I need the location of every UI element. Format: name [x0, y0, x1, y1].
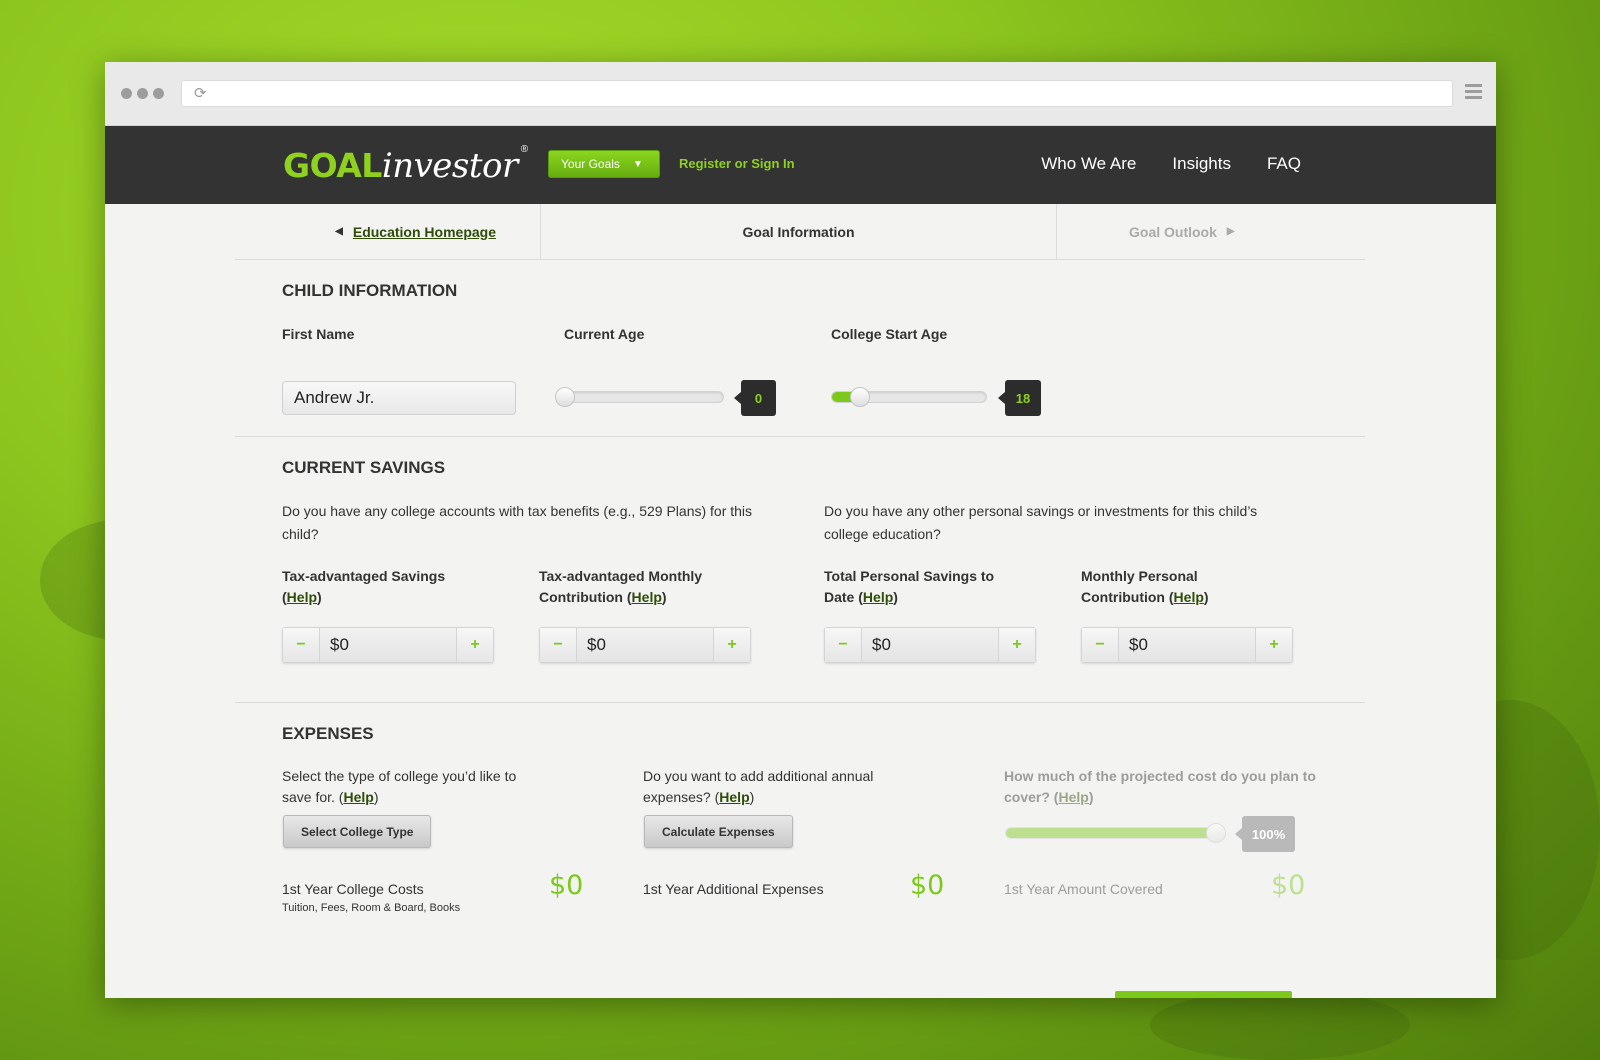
register-link[interactable]: Register or Sign In — [679, 156, 795, 171]
minus-button[interactable]: − — [540, 628, 576, 662]
personal-monthly-label: Monthly Personal Contribution (Help) — [1081, 568, 1209, 605]
plus-button[interactable]: + — [1256, 628, 1292, 662]
main-content: ◀ Education Homepage Goal Information Go… — [235, 204, 1365, 993]
minus-button[interactable]: − — [1082, 628, 1118, 662]
tax-savings-label: Tax-advantaged Savings (Help) — [282, 568, 446, 605]
college-age-slider[interactable] — [831, 387, 987, 407]
current-age-value: 0 — [734, 380, 776, 416]
cover-value-badge: 100% — [1235, 816, 1295, 852]
additional-expenses-label: 1st Year Additional Expenses — [643, 881, 824, 897]
cover-question: How much of the projected cost do you pl… — [1004, 768, 1316, 805]
logo-reg: ® — [520, 144, 528, 155]
current-age-slider[interactable] — [555, 387, 724, 407]
savings-question-right: Do you have any other personal savings o… — [824, 503, 1258, 542]
cover-slider-fill — [1006, 828, 1216, 838]
college-age-label: College Start Age — [831, 326, 948, 342]
additional-expenses-question: Do you want to add additional annual exp… — [643, 768, 874, 805]
savings-question-left: Do you have any college accounts with ta… — [282, 503, 753, 542]
browser-window: ⟳ GOALinvestor ® Your Goals ▼ Register or… — [105, 62, 1496, 998]
additional-expenses-value: $0 — [910, 870, 945, 901]
tax-monthly-input[interactable]: $0 — [576, 628, 714, 662]
help-link[interactable]: Help — [1174, 589, 1204, 605]
plus-button[interactable]: + — [714, 628, 750, 662]
first-name-input[interactable]: Andrew Jr. — [282, 381, 516, 415]
reload-icon[interactable]: ⟳ — [194, 84, 207, 102]
personal-savings-input[interactable]: $0 — [861, 628, 999, 662]
step-next-label: Goal Outlook — [1129, 223, 1217, 240]
child-section-title: CHILD INFORMATION — [282, 281, 458, 300]
personal-savings-stepper: − $0 + — [824, 627, 1036, 663]
select-college-type-button[interactable]: Select College Type — [283, 815, 432, 848]
your-goals-button[interactable]: Your Goals ▼ — [548, 150, 660, 178]
personal-monthly-input[interactable]: $0 — [1118, 628, 1256, 662]
logo-sub: investor — [381, 146, 518, 186]
personal-monthly-stepper: − $0 + — [1081, 627, 1293, 663]
step-back[interactable]: ◀ Education Homepage — [235, 204, 541, 259]
plus-button[interactable]: + — [999, 628, 1035, 662]
browser-chrome: ⟳ — [105, 62, 1496, 126]
continue-button[interactable] — [1115, 991, 1292, 998]
main-menu: Who We Are Insights FAQ — [1041, 154, 1301, 174]
minus-button[interactable]: − — [825, 628, 861, 662]
college-type-question-text: Select the type of college you’d like to… — [282, 768, 517, 805]
menu-insights[interactable]: Insights — [1172, 154, 1231, 174]
logo-main: GOAL — [283, 146, 382, 185]
first-name-label: First Name — [282, 326, 355, 342]
step-back-label: Education Homepage — [352, 223, 496, 240]
help-link[interactable]: Help — [1058, 789, 1088, 805]
amount-covered-label: 1st Year Amount Covered — [1004, 881, 1163, 897]
dropdown-arrow-icon: ▼ — [632, 158, 643, 170]
step-current: Goal Information — [541, 204, 1057, 259]
menu-who-we-are[interactable]: Who We Are — [1041, 154, 1136, 174]
cover-slider[interactable] — [1005, 823, 1226, 843]
cover-question-text: How much of the projected cost do you pl… — [1004, 768, 1316, 805]
amount-covered-value: $0 — [1271, 870, 1306, 901]
step-next[interactable]: Goal Outlook ▶ — [1057, 204, 1365, 259]
additional-expenses-question-text: Do you want to add additional annual exp… — [643, 768, 874, 805]
your-goals-label: Your Goals — [561, 157, 620, 171]
expenses-section: EXPENSES Select the type of college you’… — [235, 703, 1365, 993]
expenses-section-title: EXPENSES — [282, 724, 374, 743]
tax-monthly-stepper: − $0 + — [539, 627, 751, 663]
help-link[interactable]: Help — [632, 589, 662, 605]
tax-monthly-label: Tax-advantaged Monthly Contribution (Hel… — [539, 568, 703, 605]
college-age-slider-handle[interactable] — [849, 387, 870, 407]
step-navigation: ◀ Education Homepage Goal Information Go… — [235, 204, 1365, 260]
calculate-expenses-button[interactable]: Calculate Expenses — [644, 815, 793, 848]
plus-button[interactable]: + — [457, 628, 493, 662]
personal-savings-label-text: Total Personal Savings to Date — [824, 568, 995, 605]
help-link[interactable]: Help — [343, 789, 373, 805]
help-link[interactable]: Help — [719, 789, 749, 805]
address-bar[interactable]: ⟳ — [181, 80, 1453, 107]
tax-savings-input[interactable]: $0 — [319, 628, 457, 662]
tax-monthly-label-text: Tax-advantaged Monthly Contribution — [539, 568, 703, 605]
help-link[interactable]: Help — [287, 589, 317, 605]
tax-savings-label-text: Tax-advantaged Savings — [282, 568, 446, 584]
current-age-label: Current Age — [564, 326, 645, 342]
college-costs-label: 1st Year College Costs — [282, 881, 424, 897]
college-costs-sublabel: Tuition, Fees, Room & Board, Books — [282, 902, 461, 914]
menu-icon[interactable] — [1465, 84, 1482, 102]
savings-section-title: CURRENT SAVINGS — [282, 458, 446, 477]
cover-slider-handle[interactable] — [1206, 823, 1226, 843]
child-section: CHILD INFORMATION First Name Andrew Jr. … — [235, 260, 1365, 437]
current-age-slider-handle[interactable] — [555, 387, 575, 407]
college-age-value: 18 — [998, 380, 1041, 416]
site-header: GOALinvestor ® Your Goals ▼ Register or S… — [105, 126, 1496, 204]
help-link[interactable]: Help — [863, 589, 893, 605]
tax-savings-stepper: − $0 + — [282, 627, 494, 663]
menu-faq[interactable]: FAQ — [1267, 154, 1301, 174]
arrow-right-icon: ▶ — [1226, 226, 1235, 237]
savings-section: CURRENT SAVINGS Do you have any college … — [235, 437, 1365, 703]
personal-savings-label: Total Personal Savings to Date (Help) — [824, 568, 995, 605]
logo[interactable]: GOALinvestor ® — [283, 144, 528, 186]
minus-button[interactable]: − — [283, 628, 319, 662]
college-type-question: Select the type of college you’d like to… — [282, 768, 517, 805]
arrow-left-icon: ◀ — [335, 226, 343, 237]
window-controls[interactable] — [121, 88, 164, 99]
college-costs-value: $0 — [549, 870, 584, 901]
